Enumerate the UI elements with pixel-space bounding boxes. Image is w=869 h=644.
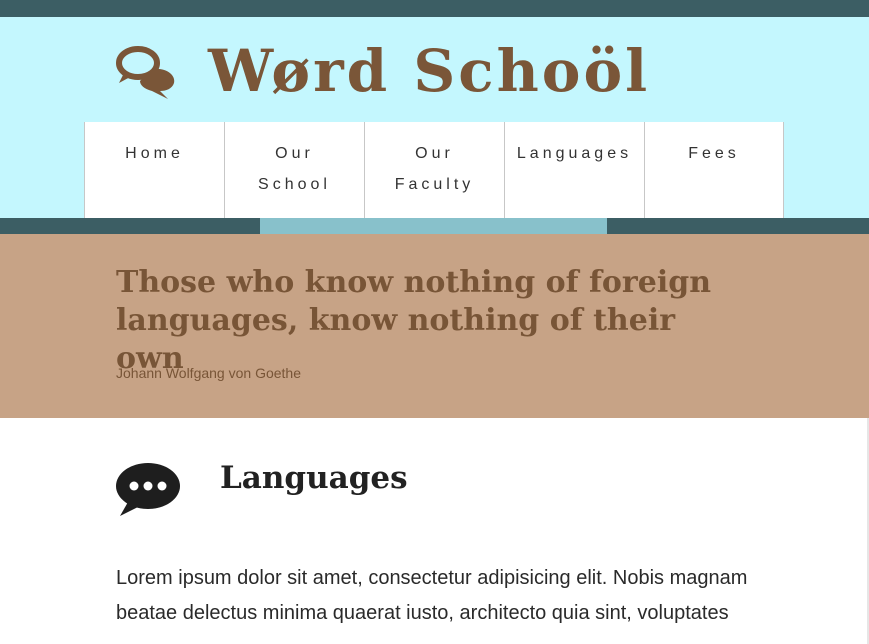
site-header: Wørd Schoöl Home Our School Our Faculty … bbox=[0, 17, 869, 218]
quote-banner: Those who know nothing of foreign langua… bbox=[0, 234, 869, 418]
top-bar bbox=[0, 0, 869, 17]
section-body: Lorem ipsum dolor sit amet, consectetur … bbox=[116, 567, 748, 624]
nav-item-home[interactable]: Home bbox=[84, 122, 224, 218]
nav-label: Languages bbox=[516, 145, 633, 162]
nav-item-our-faculty[interactable]: Our Faculty bbox=[364, 122, 504, 218]
nav-label: Our School bbox=[258, 145, 331, 193]
main-nav: Home Our School Our Faculty Languages Fe… bbox=[84, 122, 784, 218]
nav-label: Fees bbox=[688, 145, 740, 162]
site-logo[interactable]: Wørd Schoöl bbox=[114, 31, 650, 111]
nav-item-our-school[interactable]: Our School bbox=[224, 122, 364, 218]
languages-section: Languages Lorem ipsum dolor sit amet, co… bbox=[0, 418, 869, 644]
nav-item-languages[interactable]: Languages bbox=[504, 122, 644, 218]
chat-bubbles-icon bbox=[116, 46, 175, 99]
site-title: Wørd Schoöl bbox=[208, 37, 651, 105]
quote-author: Johann Wolfgang von Goethe bbox=[116, 365, 301, 381]
divider-stripe-accent bbox=[260, 218, 607, 234]
nav-label: Home bbox=[125, 145, 184, 162]
quote-text: Those who know nothing of foreign langua… bbox=[116, 265, 712, 376]
nav-label: Our Faculty bbox=[394, 145, 475, 193]
speech-bubble-dots-icon bbox=[116, 463, 180, 516]
section-title: Languages bbox=[220, 460, 408, 496]
nav-item-fees[interactable]: Fees bbox=[644, 122, 784, 218]
